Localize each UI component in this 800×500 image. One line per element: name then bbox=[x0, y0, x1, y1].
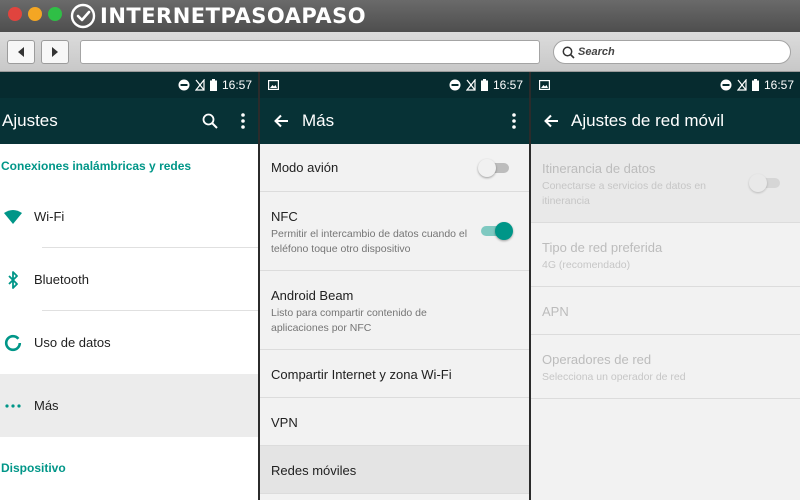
settings-panel: 16:57 Ajustes Conexiones inalámbricas y … bbox=[0, 72, 258, 500]
setting-title: Tipo de red preferida bbox=[542, 240, 663, 255]
image-notification-icon bbox=[268, 80, 279, 90]
status-bar: 16:57 bbox=[260, 72, 529, 98]
no-signal-icon bbox=[465, 79, 476, 91]
settings-item-label: Uso de datos bbox=[34, 335, 111, 350]
overflow-menu-icon bbox=[241, 113, 245, 129]
back-button[interactable] bbox=[531, 114, 571, 128]
settings-item-label: Más bbox=[34, 398, 59, 413]
battery-icon bbox=[209, 79, 217, 91]
setting-preferred-network-type[interactable]: Tipo de red preferida 4G (recomendado) bbox=[531, 223, 800, 287]
setting-title: Operadores de red bbox=[542, 352, 652, 367]
settings-item-label: Wi-Fi bbox=[34, 209, 65, 224]
data-usage-icon bbox=[0, 334, 34, 352]
brand-logo-icon bbox=[70, 3, 96, 29]
setting-subtitle: Permitir el intercambio de datos cuando … bbox=[271, 228, 468, 255]
back-arrow-icon bbox=[18, 47, 24, 57]
setting-tethering-hotspot[interactable]: Compartir Internet y zona Wi-Fi bbox=[260, 350, 529, 398]
back-button[interactable] bbox=[7, 40, 35, 64]
setting-nfc[interactable]: NFC Permitir el intercambio de datos cua… bbox=[260, 192, 529, 271]
search-placeholder: Search bbox=[578, 46, 615, 58]
setting-subtitle: 4G (recomendado) bbox=[542, 259, 631, 271]
forward-button[interactable] bbox=[41, 40, 69, 64]
setting-mobile-networks[interactable]: Redes móviles bbox=[260, 446, 529, 494]
do-not-disturb-icon bbox=[720, 79, 732, 91]
search-field[interactable]: Search bbox=[553, 40, 791, 64]
bluetooth-icon bbox=[0, 270, 34, 289]
page-title: Más bbox=[302, 111, 335, 130]
mobile-network-panel: 16:57 Ajustes de red móvil Itinerancia d… bbox=[531, 72, 800, 500]
nfc-toggle[interactable] bbox=[481, 222, 513, 240]
settings-item-bluetooth[interactable]: Bluetooth bbox=[0, 248, 258, 311]
forward-arrow-icon bbox=[52, 47, 58, 57]
setting-airplane-mode[interactable]: Modo avión bbox=[260, 144, 529, 192]
back-arrow-icon bbox=[273, 114, 288, 128]
setting-vpn[interactable]: VPN bbox=[260, 398, 529, 446]
status-bar: 16:57 bbox=[0, 72, 258, 98]
do-not-disturb-icon bbox=[449, 79, 461, 91]
setting-apn[interactable]: APN bbox=[531, 287, 800, 335]
brand-name: INTERNETPASOAPASO bbox=[100, 4, 367, 28]
page-title: Ajustes de red móvil bbox=[571, 111, 725, 130]
no-signal-icon bbox=[736, 79, 747, 91]
setting-android-beam[interactable]: Android Beam Listo para compartir conten… bbox=[260, 271, 529, 350]
setting-title: APN bbox=[542, 304, 569, 319]
setting-title: Redes móviles bbox=[271, 463, 357, 478]
back-arrow-icon bbox=[543, 114, 558, 128]
overflow-menu-button[interactable] bbox=[499, 113, 529, 129]
setting-title: Itinerancia de datos bbox=[542, 161, 656, 176]
setting-title: Android Beam bbox=[271, 288, 354, 303]
data-roaming-toggle[interactable] bbox=[749, 174, 780, 192]
close-window-button[interactable] bbox=[8, 7, 22, 21]
page-title: Ajustes bbox=[2, 111, 58, 130]
search-icon bbox=[202, 113, 218, 129]
no-signal-icon bbox=[194, 79, 205, 91]
zoom-window-button[interactable] bbox=[48, 7, 62, 21]
setting-title: NFC bbox=[271, 209, 298, 224]
do-not-disturb-icon bbox=[178, 79, 190, 91]
battery-icon bbox=[751, 79, 759, 91]
more-app-bar: Más bbox=[260, 98, 529, 144]
status-bar: 16:57 bbox=[531, 72, 800, 98]
setting-subtitle: Selecciona un operador de red bbox=[542, 371, 686, 383]
search-button[interactable] bbox=[192, 113, 228, 129]
setting-network-operators[interactable]: Operadores de red Selecciona un operador… bbox=[531, 335, 800, 399]
wifi-icon bbox=[0, 209, 34, 224]
status-time: 16:57 bbox=[763, 78, 794, 92]
overflow-menu-button[interactable] bbox=[228, 113, 258, 129]
search-icon bbox=[562, 46, 575, 59]
setting-title: Compartir Internet y zona Wi-Fi bbox=[271, 367, 452, 382]
status-time: 16:57 bbox=[221, 78, 252, 92]
setting-subtitle: Conectarse a servicios de datos en itine… bbox=[542, 180, 707, 207]
settings-item-more[interactable]: Más bbox=[0, 374, 258, 437]
address-bar[interactable] bbox=[80, 40, 540, 64]
back-button[interactable] bbox=[260, 114, 302, 128]
brand-logo: INTERNETPASOAPASO bbox=[70, 3, 366, 29]
window-title-bar: INTERNETPASOAPASO bbox=[0, 0, 800, 32]
status-time: 16:57 bbox=[492, 78, 523, 92]
image-notification-icon bbox=[539, 80, 550, 90]
battery-icon bbox=[480, 79, 488, 91]
browser-toolbar: Search bbox=[0, 32, 800, 72]
setting-subtitle: Listo para compartir contenido de aplica… bbox=[271, 307, 427, 334]
setting-title: Modo avión bbox=[271, 160, 339, 175]
overflow-menu-icon bbox=[512, 113, 516, 129]
setting-title: VPN bbox=[271, 415, 298, 430]
mobile-network-app-bar: Ajustes de red móvil bbox=[531, 98, 800, 144]
airplane-mode-toggle[interactable] bbox=[478, 159, 509, 177]
more-dots-icon bbox=[0, 403, 34, 408]
settings-item-label: Bluetooth bbox=[34, 272, 89, 287]
settings-item-wifi[interactable]: Wi-Fi bbox=[0, 185, 258, 248]
section-header-device: Dispositivo bbox=[1, 461, 66, 475]
more-panel: 16:57 Más Modo avión NFC Permitir el int… bbox=[260, 72, 529, 500]
minimize-window-button[interactable] bbox=[28, 7, 42, 21]
section-header-wireless: Conexiones inalámbricas y redes bbox=[1, 159, 192, 173]
settings-item-data-usage[interactable]: Uso de datos bbox=[0, 311, 258, 374]
setting-data-roaming[interactable]: Itinerancia de datos Conectarse a servic… bbox=[531, 144, 800, 223]
settings-app-bar: Ajustes bbox=[0, 98, 258, 144]
